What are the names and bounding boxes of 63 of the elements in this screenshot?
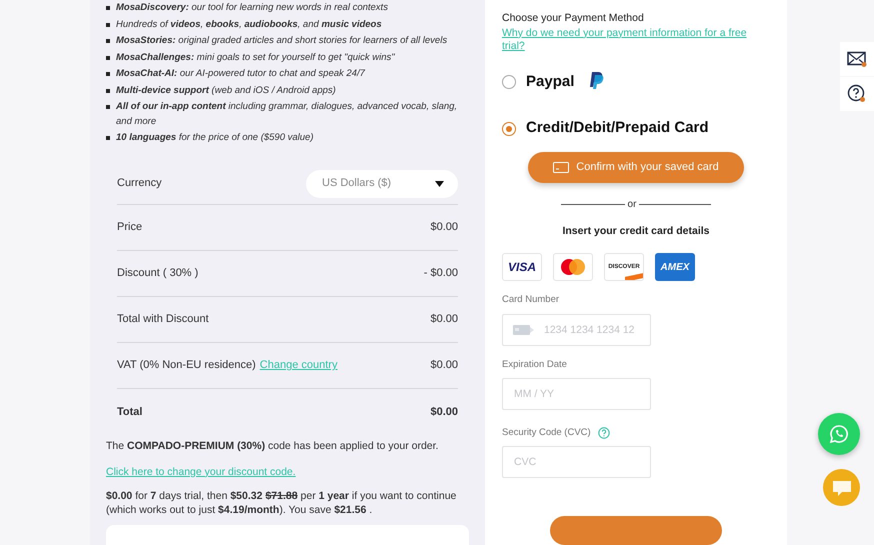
summary-label: VAT (0% Non-EU residence) (117, 358, 256, 374)
payment-method-label: Credit/Debit/Prepaid Card (526, 118, 709, 138)
field-label: Card Number (502, 293, 560, 308)
bullet-icon (106, 56, 110, 60)
card-icon (513, 324, 535, 336)
field-label: Expiration Date (502, 358, 567, 372)
summary-value: $0.00 (430, 358, 458, 374)
input-field[interactable]: MM / YY (502, 378, 651, 410)
card-icon (553, 162, 570, 173)
promo-notice: The COMPADO-PREMIUM (30%) code has been applied to your order. (106, 438, 440, 454)
payment-method-label: Paypal (526, 72, 574, 92)
visa-logo: VISA (502, 253, 542, 282)
change-discount-link[interactable]: Click here to change your discount code. (106, 464, 469, 480)
insert-card-heading: Insert your credit card details (562, 224, 710, 239)
or-separator: or (628, 198, 636, 212)
feature-text: MosaChallenges: mini goals to set for yourself to get "quick wins" (116, 50, 395, 64)
chat-bubble-icon (832, 478, 852, 496)
summary-label: Total (117, 404, 142, 420)
phone-chat-icon (829, 424, 849, 444)
currency-dropdown[interactable]: US Dollars ($) (306, 170, 458, 198)
mail-icon (847, 51, 867, 67)
change-country-link[interactable]: Change country (260, 357, 338, 374)
saved-card-button[interactable]: Confirm with your saved card (528, 152, 744, 183)
feature-text: MosaDiscovery: our tool for learning new words in real contexts (116, 1, 388, 15)
why-payment-link[interactable]: Why do we need your payment information for a free trial? (502, 26, 762, 53)
bullet-icon (106, 88, 110, 92)
bullet-icon (106, 39, 110, 43)
summary-value: $0.00 (430, 404, 458, 420)
help-button[interactable] (840, 77, 874, 111)
summary-label: Discount ( 30% ) (117, 266, 198, 281)
amex-logo: AMEX (655, 253, 695, 282)
feature-text: MosaChat-AI: our AI-powered tutor to chat and speak 24/7 (116, 67, 365, 81)
field-label: Security Code (CVC) (502, 426, 591, 440)
input-field[interactable]: 1234 1234 1234 12 (502, 314, 651, 346)
summary-label: Total with Discount (117, 312, 209, 328)
feature-text: Hundreds of videos, ebooks, audiobooks, and music videos (116, 18, 382, 32)
caret-icon (435, 180, 444, 187)
radio-button[interactable] (502, 122, 516, 136)
help-icon[interactable] (598, 426, 610, 439)
feature-text: 10 languages for the price of one ($590 value) (116, 131, 314, 145)
bullet-icon (106, 136, 110, 140)
whatsapp-button[interactable] (818, 413, 860, 455)
feature-text: Multi-device support (web and iOS / Android apps) (116, 84, 336, 98)
email-button[interactable] (840, 42, 874, 76)
payment-heading: Choose your Payment Method (502, 11, 645, 26)
trial-text: $0.00 for 7 days trial, then $50.32 $71.88 per 1 year if you want to continue (which works out to just $4.19/month). You save $21.56 . (106, 489, 458, 518)
feature-text: MosaStories: original graded articles and short stories for learners of all levels (116, 34, 448, 48)
summary-value: - $0.00 (424, 266, 458, 281)
summary-value: $0.00 (430, 220, 458, 235)
bullet-icon (106, 105, 110, 109)
radio-button[interactable] (502, 75, 516, 89)
currency-label: Currency (117, 176, 162, 192)
bullet-icon (106, 72, 110, 76)
summary-value: $0.00 (430, 312, 458, 328)
mastercard-logo (553, 253, 593, 282)
bullet-icon (106, 22, 110, 26)
help-icon (847, 84, 867, 104)
confirm-button[interactable] (550, 516, 722, 545)
input-field[interactable]: CVC (502, 446, 651, 478)
bullet-icon (106, 6, 110, 10)
paypal-logo-icon (590, 72, 604, 88)
summary-label: Price (117, 220, 142, 235)
chat-button[interactable] (823, 469, 860, 506)
